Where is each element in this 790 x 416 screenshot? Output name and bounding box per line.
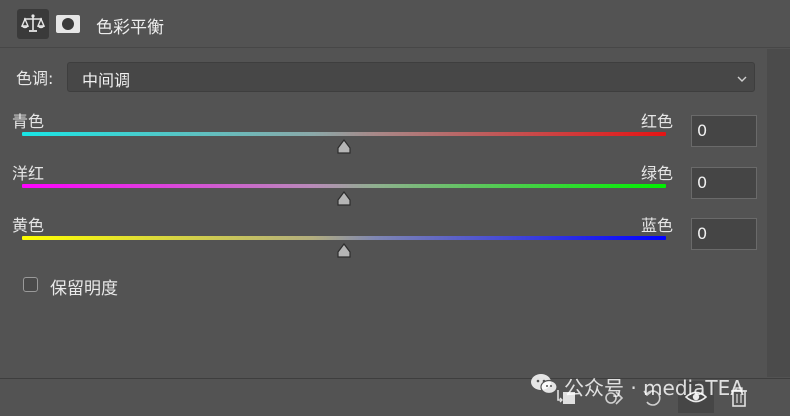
yellow-blue-slider-track[interactable] xyxy=(22,236,666,240)
panel-header: 色彩平衡 xyxy=(0,0,790,48)
scrollbar[interactable] xyxy=(767,49,790,377)
tone-label: 色调: xyxy=(16,69,54,88)
cyan-red-value-input[interactable]: 0 xyxy=(691,115,757,147)
wechat-icon xyxy=(530,372,558,401)
chevron-down-icon xyxy=(736,70,748,89)
red-label: 红色 xyxy=(641,112,674,131)
panel-title: 色彩平衡 xyxy=(96,18,164,38)
preserve-luminosity-checkbox[interactable] xyxy=(23,277,38,292)
cyan-label: 青色 xyxy=(12,112,45,131)
magenta-label: 洋红 xyxy=(12,164,45,183)
preserve-luminosity-label: 保留明度 xyxy=(50,279,118,299)
yellow-blue-value-input[interactable]: 0 xyxy=(691,218,757,250)
watermark: 公众号 · mediaTEA xyxy=(530,372,744,401)
watermark-text: 公众号 · mediaTEA xyxy=(564,376,744,400)
yellow-blue-slider-thumb[interactable] xyxy=(335,243,353,259)
cyan-red-slider-track[interactable] xyxy=(22,132,666,136)
tone-dropdown[interactable]: 中间调 xyxy=(67,62,755,92)
magenta-green-slider-track[interactable] xyxy=(22,184,666,188)
yellow-label: 黄色 xyxy=(12,216,45,235)
balance-scale-icon[interactable] xyxy=(17,9,49,39)
green-label: 绿色 xyxy=(641,164,674,183)
tone-selected-value: 中间调 xyxy=(82,71,131,90)
blue-label: 蓝色 xyxy=(641,216,674,235)
magenta-green-slider-thumb[interactable] xyxy=(335,191,353,207)
mask-icon[interactable] xyxy=(52,9,84,39)
magenta-green-value-input[interactable]: 0 xyxy=(691,167,757,199)
cyan-red-slider-thumb[interactable] xyxy=(335,139,353,155)
